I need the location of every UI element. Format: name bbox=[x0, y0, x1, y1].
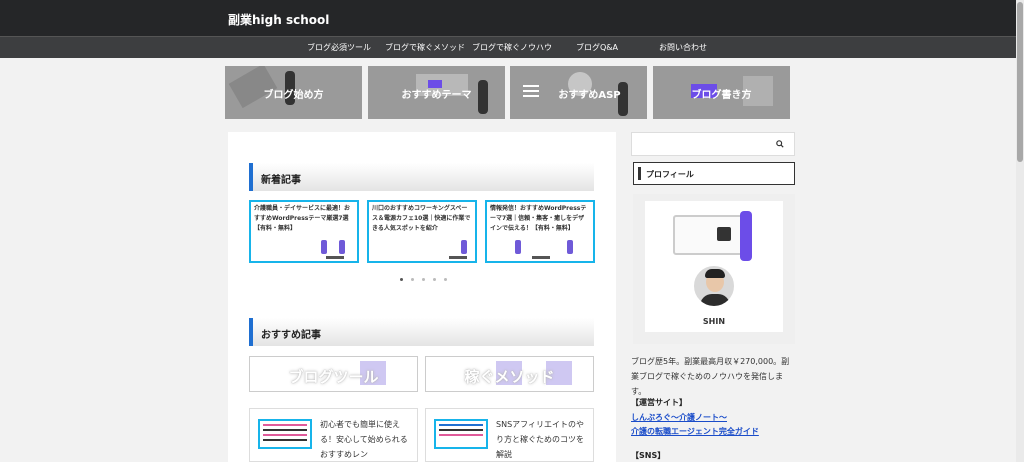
nav-item-earning-method[interactable]: ブログで稼ぐメソッド bbox=[385, 42, 465, 53]
new-posts-heading: 新着記事 bbox=[249, 163, 594, 191]
illustration bbox=[673, 215, 745, 255]
post-thumbnail bbox=[434, 419, 488, 449]
carousel-dot[interactable] bbox=[400, 278, 403, 281]
nav-item-earning-knowhow[interactable]: ブログで稼ぐノウハウ bbox=[472, 42, 552, 53]
category-card-blog-start[interactable]: ブログ始め方 bbox=[225, 66, 362, 119]
illustration bbox=[740, 211, 752, 261]
recommended-post-card[interactable]: 初心者でも簡単に使える！安心して始められるおすすめレン bbox=[249, 408, 418, 462]
post-thumbnail bbox=[258, 419, 312, 449]
site-title[interactable]: 副業high school bbox=[228, 11, 329, 28]
profile-image: SHIN bbox=[645, 201, 783, 332]
carousel-dot[interactable] bbox=[411, 278, 414, 281]
illustration bbox=[326, 256, 344, 259]
category-card-asp[interactable]: おすすめASP bbox=[510, 66, 647, 119]
new-post-card[interactable]: 川口のおすすめコワーキングスペース＆電源カフェ10選｜快適に作業できる人気スポッ… bbox=[367, 200, 477, 263]
global-nav: ブログ必須ツール ブログで稼ぐメソッド ブログで稼ぐノウハウ ブログQ&A お問… bbox=[0, 36, 1024, 58]
illustration bbox=[339, 240, 345, 254]
sidebar: プロフィール SHIN ブログ歴5年。副業最高月収￥270,000。副業ブログで… bbox=[628, 132, 798, 462]
profile-card: SHIN bbox=[633, 194, 795, 344]
category-card-themes[interactable]: おすすめテーマ bbox=[368, 66, 505, 119]
recommended-post-card[interactable]: SNSアフィリエイトのやり方と稼ぐためのコツを解説 bbox=[425, 408, 594, 462]
post-title: 介護職員・デイサービスに最適！おすすめWordPressテーマ厳選7選【有料・無… bbox=[254, 205, 351, 232]
carousel-dot[interactable] bbox=[444, 278, 447, 281]
site-header: 副業high school bbox=[0, 0, 1024, 36]
section-heading-text: 新着記事 bbox=[261, 175, 301, 186]
sns-label: 【SNS】 bbox=[631, 451, 666, 460]
new-post-card[interactable]: 介護職員・デイサービスに最適！おすすめWordPressテーマ厳選7選【有料・無… bbox=[249, 200, 359, 263]
managed-sites-label: 【運営サイト】 bbox=[631, 398, 687, 407]
carousel-dot[interactable] bbox=[433, 278, 436, 281]
section-heading-text: おすすめ記事 bbox=[261, 330, 321, 341]
scrollbar-thumb[interactable] bbox=[1017, 2, 1023, 162]
managed-site-link[interactable]: しんぷろぐ〜介護ノート〜 bbox=[631, 412, 727, 423]
page-scrollbar[interactable] bbox=[1016, 0, 1024, 462]
profile-name: SHIN bbox=[702, 317, 726, 326]
category-label: ブログ書き方 bbox=[691, 90, 752, 101]
recommended-button-method[interactable]: 稼ぐメソッド bbox=[425, 356, 594, 392]
recommended-button-label: ブログツール bbox=[288, 368, 379, 386]
nav-item-blog-tools[interactable]: ブログ必須ツール bbox=[307, 42, 371, 53]
post-title: 初心者でも簡単に使える！安心して始められるおすすめレン bbox=[320, 420, 408, 459]
avatar bbox=[692, 264, 736, 308]
recommended-button-label: 稼ぐメソッド bbox=[464, 368, 555, 386]
category-card-writing[interactable]: ブログ書き方 bbox=[653, 66, 790, 119]
nav-item-blog-qa[interactable]: ブログQ&A bbox=[576, 42, 618, 53]
new-post-card[interactable]: 情報発信！おすすめWordPressテーマ7選｜信頼・集客・癒しをデザインで伝え… bbox=[485, 200, 595, 263]
illustration bbox=[532, 256, 550, 259]
post-title: 川口のおすすめコワーキングスペース＆電源カフェ10選｜快適に作業できる人気スポッ… bbox=[372, 205, 471, 232]
illustration bbox=[567, 240, 573, 254]
category-label: おすすめテーマ bbox=[401, 90, 472, 101]
illustration bbox=[321, 240, 327, 254]
illustration bbox=[717, 227, 731, 241]
illustration bbox=[449, 256, 467, 259]
profile-heading-text: プロフィール bbox=[646, 170, 694, 179]
illustration bbox=[461, 240, 467, 254]
managed-site-link[interactable]: 介護の転職エージェント完全ガイド bbox=[631, 426, 759, 437]
post-title: SNSアフィリエイトのやり方と稼ぐためのコツを解説 bbox=[496, 420, 584, 459]
category-label: おすすめASP bbox=[558, 90, 621, 101]
search-icon[interactable] bbox=[776, 140, 784, 148]
post-title: 情報発信！おすすめWordPressテーマ7選｜信頼・集客・癒しをデザインで伝え… bbox=[490, 205, 587, 232]
profile-heading: プロフィール bbox=[633, 162, 795, 185]
nav-item-contact[interactable]: お問い合わせ bbox=[659, 42, 707, 53]
illustration bbox=[515, 240, 521, 254]
search-input[interactable] bbox=[631, 132, 795, 156]
category-label: ブログ始め方 bbox=[263, 90, 324, 101]
recommended-heading: おすすめ記事 bbox=[249, 318, 594, 346]
profile-description: ブログ歴5年。副業最高月収￥270,000。副業ブログで稼ぐためのノウハウを発信… bbox=[631, 357, 790, 396]
carousel-dot[interactable] bbox=[422, 278, 425, 281]
recommended-button-tools[interactable]: ブログツール bbox=[249, 356, 418, 392]
